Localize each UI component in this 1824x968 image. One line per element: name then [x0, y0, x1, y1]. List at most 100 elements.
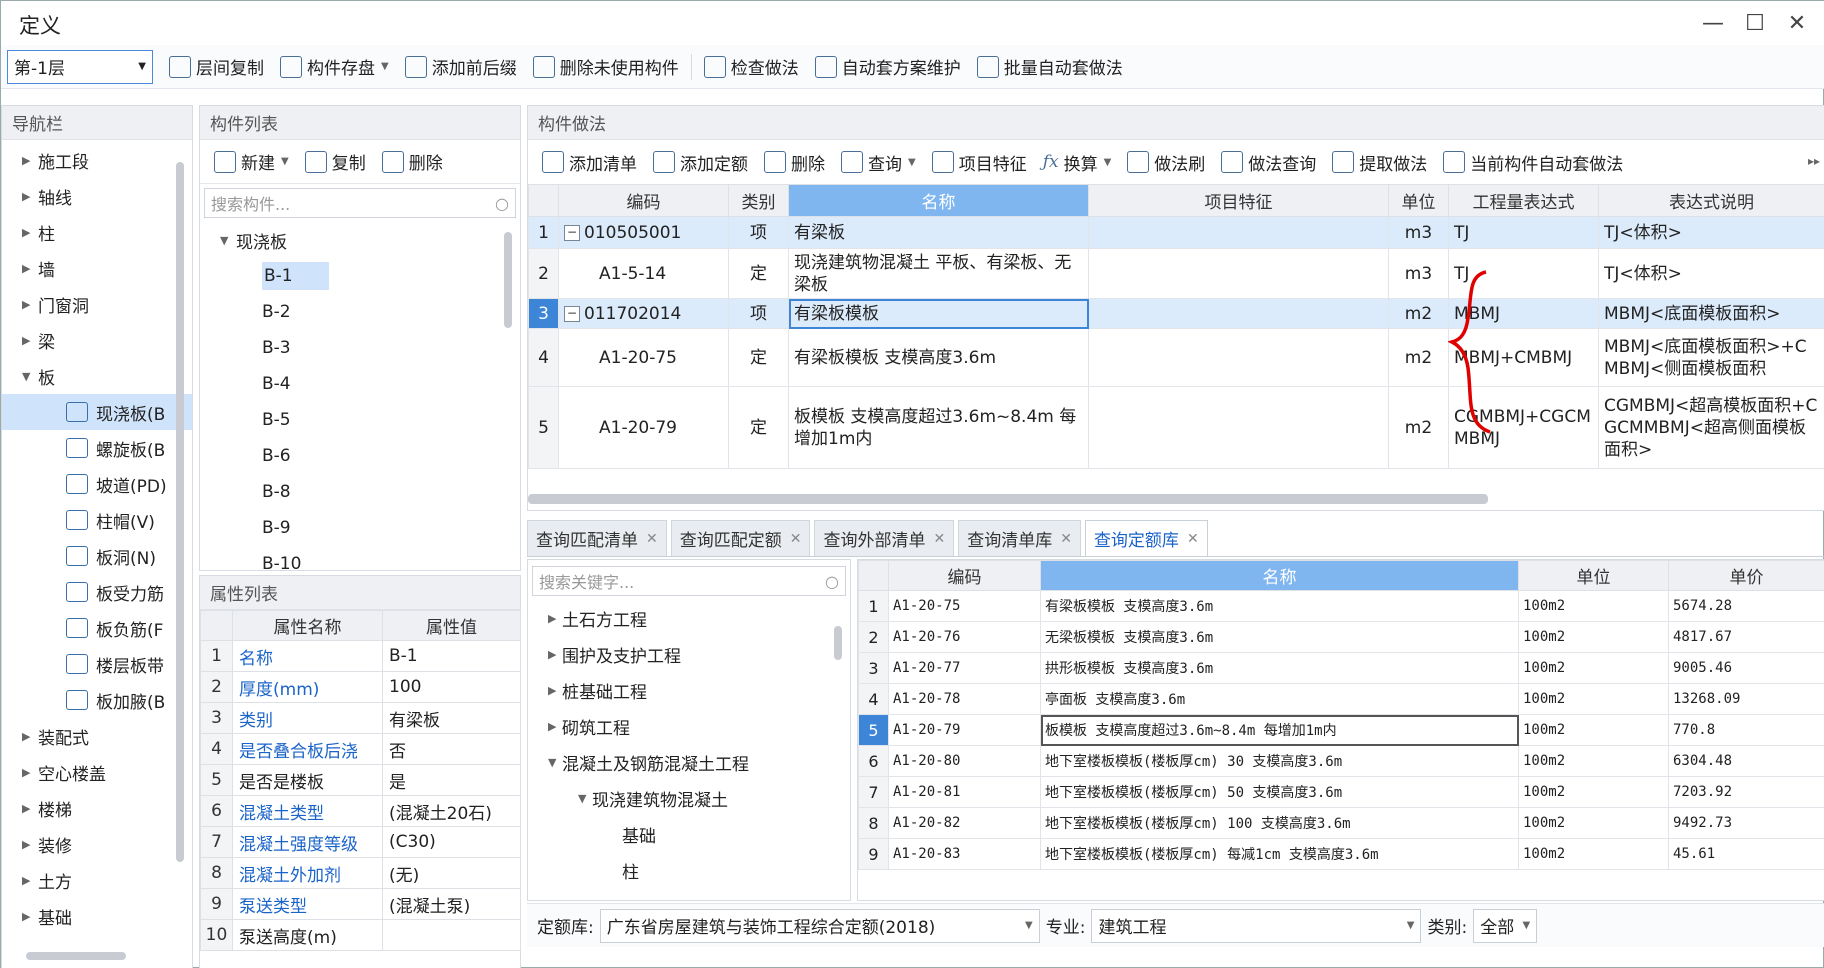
delete-button[interactable]: 删除	[374, 145, 451, 179]
category-select[interactable]: 全部 ▼	[1473, 908, 1538, 943]
feature-cell[interactable]	[1088, 248, 1389, 299]
col-unit-header[interactable]: 单位	[1518, 560, 1669, 591]
list-item[interactable]: B-8	[200, 474, 520, 510]
prop-value[interactable]: 有梁板	[382, 702, 521, 734]
nav-item[interactable]: ▶ 空心楼盖	[2, 754, 192, 790]
table-row[interactable]: 9 泵送类型 (混凝土泵)	[200, 888, 521, 920]
feature-cell[interactable]	[1088, 328, 1389, 387]
table-row[interactable]: 6 混凝土类型 (混凝土20石)	[200, 795, 521, 827]
tab-quota-library[interactable]: 查询定额库 ✕	[1084, 520, 1208, 556]
quota-search-input[interactable]: 搜索关键字... ○	[532, 566, 846, 596]
nav-sub-item[interactable]: 板受力筋	[2, 574, 192, 610]
quota-tree-scrollbar[interactable]	[834, 626, 842, 660]
tree-node[interactable]: ▶ 土石方工程	[528, 600, 850, 636]
table-row[interactable]: 9 A1-20-83 地下室楼板模板(楼板厚cm) 每减1cm 支模高度3.6m 10…	[858, 838, 1824, 870]
table-row-selected[interactable]: 5 A1-20-79 板模板 支模高度超过3.6m~8.4m 每增加1m内 100m2…	[858, 714, 1824, 746]
table-row[interactable]: 10 泵送高度(m)	[200, 919, 521, 951]
nav-item[interactable]: ▶ 柱	[2, 214, 192, 250]
nav-item[interactable]: ▶ 轴线	[2, 178, 192, 214]
component-search-input[interactable]: 搜索构件... ○	[204, 188, 516, 218]
code-cell[interactable]: A1-20-75	[558, 328, 729, 387]
prop-value[interactable]: 否	[382, 733, 521, 765]
table-row[interactable]: 5 是否是楼板是	[200, 764, 521, 796]
close-icon[interactable]: ✕	[646, 531, 658, 547]
extract-method-button[interactable]: 提取做法	[1324, 145, 1435, 179]
delete-unused-button[interactable]: 删除未使用构件	[525, 50, 687, 84]
expr-cell[interactable]: TJ	[1448, 216, 1599, 249]
table-row[interactable]: 1 名称 B-1	[200, 640, 521, 672]
nav-item[interactable]: ▶ 施工段	[2, 142, 192, 178]
nav-sub-item[interactable]: 柱帽(V)	[2, 502, 192, 538]
tab-list-library[interactable]: 查询清单库 ✕	[958, 520, 1081, 556]
table-row[interactable]: 8 A1-20-82 地下室楼板模板(楼板厚cm) 100 支模高度3.6m 100m…	[858, 807, 1824, 839]
prop-value[interactable]: 是	[382, 764, 521, 796]
component-scrollbar[interactable]	[504, 232, 512, 328]
method-hscrollbar[interactable]	[528, 494, 1488, 504]
nav-sub-item[interactable]: 板洞(N)	[2, 538, 192, 574]
nav-item[interactable]: ▶ 墙	[2, 250, 192, 286]
prop-value[interactable]	[382, 919, 521, 951]
name-cell[interactable]: 现浇建筑物混凝土 平板、有梁板、无梁板	[788, 248, 1089, 299]
code-cell[interactable]: −010505001	[558, 216, 729, 249]
col-code-header[interactable]: 编码	[888, 560, 1041, 591]
list-item[interactable]: B-6	[200, 438, 520, 474]
nav-item[interactable]: ▶ 土方	[2, 862, 192, 898]
table-row[interactable]: 2 A1-20-76 无梁板模板 支模高度3.6m 100m2 4817.67	[858, 621, 1824, 653]
name-cell[interactable]: 有梁板	[788, 216, 1089, 249]
prop-value[interactable]: 100	[382, 671, 521, 703]
code-cell[interactable]: −011702014	[558, 298, 729, 329]
table-row[interactable]: 7 A1-20-81 地下室楼板模板(楼板厚cm) 50 支模高度3.6m 100m2…	[858, 776, 1824, 808]
code-cell[interactable]: A1-5-14	[558, 248, 729, 299]
auto-apply-current-button[interactable]: 当前构件自动套做法	[1435, 145, 1631, 179]
table-row[interactable]: 4 是否叠合板后浇否	[200, 733, 521, 765]
tab-match-list[interactable]: 查询匹配清单 ✕	[527, 520, 667, 556]
nav-item[interactable]: ▶ 楼梯	[2, 790, 192, 826]
table-row[interactable]: 7 混凝土强度等级 (C30)	[200, 826, 521, 858]
new-button[interactable]: 新建 ▼	[206, 145, 297, 179]
tab-external-list[interactable]: 查询外部清单 ✕	[814, 520, 955, 556]
close-icon[interactable]: ✕	[933, 531, 945, 547]
floor-select[interactable]: 第-1层 ▼	[7, 49, 153, 84]
add-list-button[interactable]: 添加清单	[534, 145, 645, 179]
col-feature-header[interactable]: 项目特征	[1088, 184, 1389, 217]
save-component-button[interactable]: 构件存盘 ▼	[272, 50, 397, 84]
col-unit-header[interactable]: 单位	[1388, 184, 1449, 217]
close-icon[interactable]: ✕	[1775, 5, 1819, 41]
copy-between-floors-button[interactable]: 层间复制	[161, 50, 272, 84]
list-item[interactable]: B-2	[200, 294, 520, 330]
feature-cell[interactable]	[1088, 216, 1389, 249]
tree-node[interactable]: ▼ 现浇建筑物混凝土	[528, 780, 850, 816]
col-expr-header[interactable]: 工程量表达式	[1448, 184, 1599, 217]
table-row[interactable]: 5 A1-20-79 定 板模板 支模高度超过3.6m~8.4m 每增加1m内 …	[528, 386, 1824, 469]
table-row[interactable]: 8 混凝土外加剂 (无)	[200, 857, 521, 889]
prop-value[interactable]: (C30)	[382, 826, 521, 858]
table-row[interactable]: 2 A1-5-14 定 现浇建筑物混凝土 平板、有梁板、无梁板 m3 TJ TJ…	[528, 248, 1824, 299]
close-icon[interactable]: ✕	[1187, 531, 1199, 547]
table-row[interactable]: 3 A1-20-77 拱形板模板 支模高度3.6m 100m2 9005.46	[858, 652, 1824, 684]
add-quota-button[interactable]: 添加定额	[645, 145, 756, 179]
tree-node[interactable]: ▶ 砌筑工程	[528, 708, 850, 744]
tree-node[interactable]: 基础	[528, 816, 850, 852]
auto-scheme-button[interactable]: 自动套方案维护	[807, 50, 969, 84]
table-row[interactable]: 2 厚度(mm) 100	[200, 671, 521, 703]
query-button[interactable]: 查询 ▼	[833, 145, 924, 179]
item-feature-button[interactable]: 项目特征	[924, 145, 1035, 179]
add-prefix-suffix-button[interactable]: 添加前后缀	[397, 50, 525, 84]
prop-value[interactable]: (无)	[382, 857, 521, 889]
quota-library-select[interactable]: 广东省房屋建筑与装饰工程综合定额(2018) ▼	[599, 908, 1040, 943]
list-item[interactable]: B-3	[200, 330, 520, 366]
col-type-header[interactable]: 类别	[728, 184, 789, 217]
tree-node[interactable]: 柱	[528, 852, 850, 888]
close-icon[interactable]: ✕	[1060, 531, 1072, 547]
table-row[interactable]: 3 类别 有梁板	[200, 702, 521, 734]
delete-button[interactable]: 删除	[756, 145, 833, 179]
convert-button[interactable]: ƒx 换算 ▼	[1035, 145, 1120, 179]
nav-item[interactable]: ▶ 基础	[2, 898, 192, 934]
table-row[interactable]: 4 A1-20-75 定 有梁板模板 支模高度3.6m m2 MBMJ+CMBM…	[528, 328, 1824, 387]
nav-item[interactable]: ▶ 梁	[2, 322, 192, 358]
list-item[interactable]: B-1	[200, 258, 520, 294]
nav-sub-item[interactable]: 坡道(PD)	[2, 466, 192, 502]
tree-node[interactable]: ▼ 混凝土及钢筋混凝土工程	[528, 744, 850, 780]
prop-value[interactable]: (混凝土泵)	[382, 888, 521, 920]
list-item[interactable]: B-9	[200, 510, 520, 546]
